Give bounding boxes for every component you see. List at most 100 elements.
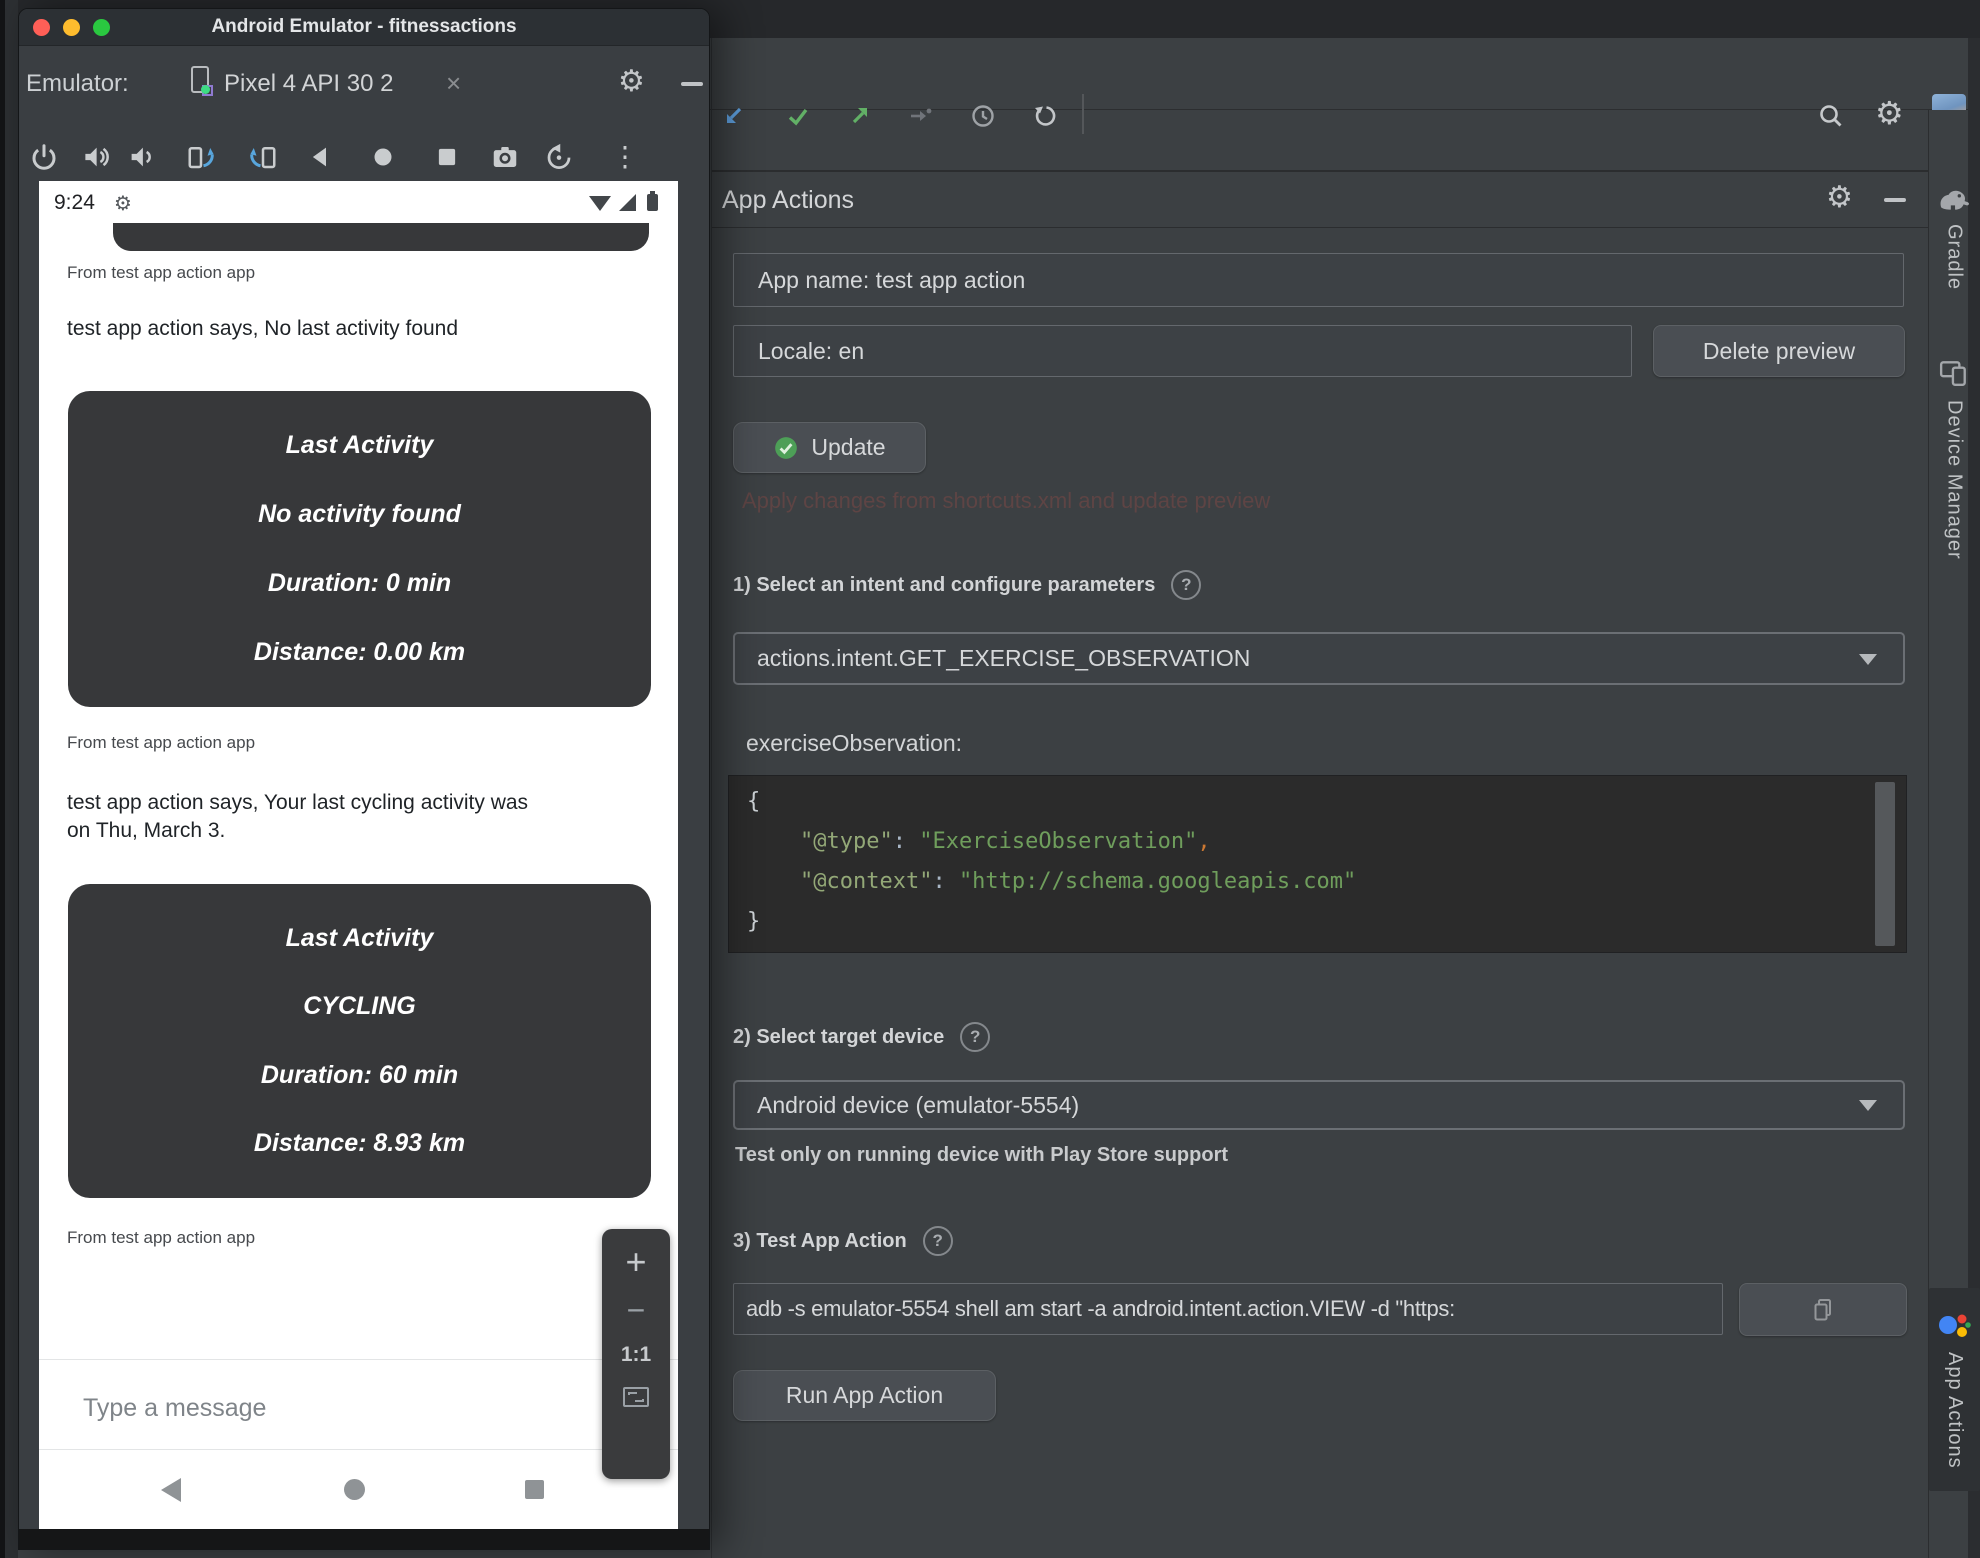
- code-scrollbar[interactable]: [1875, 782, 1895, 946]
- device-manager-icon: [1939, 361, 1966, 386]
- emulator-window-title: Android Emulator - fitnessactions: [211, 16, 517, 37]
- panel-title: App Actions: [722, 186, 855, 214]
- assistant-icon: [1938, 1314, 1971, 1337]
- locale-value: Locale: en: [758, 337, 865, 364]
- target-device-value: Android device (emulator-5554): [757, 1091, 1080, 1118]
- copy-command-button[interactable]: [1739, 1283, 1907, 1336]
- device-online-dot-icon: [201, 85, 210, 94]
- vcs-commit-icon[interactable]: [784, 102, 812, 130]
- vcs-push-icon[interactable]: [846, 102, 874, 130]
- target-device-dropdown[interactable]: Android device (emulator-5554): [733, 1080, 1905, 1130]
- step1-help-icon[interactable]: ?: [1171, 570, 1202, 600]
- android-back-icon[interactable]: [161, 1478, 181, 1502]
- emulator-minimize-icon[interactable]: [681, 82, 703, 86]
- volume-up-icon[interactable]: [81, 142, 111, 172]
- message-sender-label: From test app action app: [67, 263, 256, 282]
- battery-icon: [647, 191, 658, 211]
- step3-help-icon[interactable]: ?: [922, 1226, 953, 1256]
- settings-gear-icon[interactable]: ⚙: [1875, 94, 1904, 132]
- vcs-patch-icon[interactable]: [906, 102, 934, 130]
- emulator-window: Android Emulator - fitnessactions Emulat…: [18, 8, 710, 1550]
- message-input[interactable]: [83, 1386, 483, 1430]
- search-icon[interactable]: [1817, 102, 1845, 130]
- update-button[interactable]: Update: [733, 422, 926, 473]
- tab-device-manager[interactable]: Device Manager: [1928, 358, 1980, 560]
- android-home-icon[interactable]: [344, 1479, 365, 1500]
- panel-minimize-icon[interactable]: [1884, 198, 1906, 202]
- composer-top-divider: [39, 1359, 678, 1360]
- android-recents-icon[interactable]: [525, 1480, 544, 1499]
- update-label: Update: [811, 434, 886, 460]
- card-title: Last Activity: [285, 923, 434, 952]
- app-name-field[interactable]: App name: test app action: [733, 253, 1904, 307]
- more-options-kebab-icon[interactable]: ⋮: [610, 142, 640, 172]
- back-button-icon[interactable]: [306, 142, 336, 172]
- overview-button-icon[interactable]: [432, 142, 462, 172]
- run-app-action-label: Run App Action: [785, 1382, 944, 1408]
- gradle-elephant-icon: [1940, 190, 1969, 210]
- panel-left-border: [711, 38, 712, 1558]
- volume-down-icon[interactable]: [126, 142, 156, 172]
- intent-dropdown[interactable]: actions.intent.GET_EXERCISE_OBSERVATION: [733, 632, 1905, 685]
- step2-help-icon[interactable]: ?: [960, 1022, 991, 1052]
- power-button-icon[interactable]: [29, 142, 59, 172]
- step1-section-label: 1) Select an intent and configure parame…: [733, 570, 1202, 600]
- card-duration: Duration: 0 min: [267, 569, 452, 597]
- card-distance: Distance: 8.93 km: [253, 1129, 466, 1158]
- parameter-label: exerciseObservation:: [746, 730, 963, 756]
- device-tab[interactable]: Pixel 4 API 30 2: [224, 70, 393, 98]
- activity-card-no-activity: Last Activity No activity found Duration…: [68, 391, 651, 707]
- emulator-titlebar[interactable]: Android Emulator - fitnessactions: [19, 9, 709, 46]
- zoom-in-button[interactable]: +: [625, 1243, 646, 1281]
- delete-preview-label: Delete preview: [1702, 337, 1856, 364]
- copy-icon: [1814, 1298, 1831, 1320]
- intent-value: actions.intent.GET_EXERCISE_OBSERVATION: [757, 645, 1251, 671]
- tab-gradle[interactable]: Gradle: [1928, 186, 1980, 290]
- app-actions-panel-header: App Actions ⚙: [712, 170, 1928, 228]
- chat-message: test app action says, No last activity f…: [67, 317, 459, 340]
- tab-app-actions[interactable]: App Actions: [1929, 1288, 1980, 1491]
- screenshot-camera-icon[interactable]: [490, 142, 520, 172]
- history-icon[interactable]: [969, 102, 997, 130]
- snapshot-restore-icon[interactable]: [544, 142, 574, 172]
- zoom-out-button[interactable]: −: [627, 1294, 646, 1326]
- update-check-icon: [775, 436, 798, 459]
- device-tab-close-icon[interactable]: ×: [446, 68, 461, 99]
- toolbar-separator: [1082, 94, 1084, 134]
- locale-field[interactable]: Locale: en: [733, 325, 1632, 377]
- navbar-top-divider: [39, 1449, 678, 1450]
- rotate-left-icon[interactable]: [186, 142, 216, 172]
- step1-text: 1) Select an intent and configure parame…: [733, 573, 1156, 596]
- json-code: { "@type": "ExerciseObservation", "@cont…: [747, 789, 1357, 934]
- scrolled-card-remnant: [113, 223, 649, 251]
- step2-text: 2) Select target device: [733, 1025, 945, 1048]
- emulator-dock-label: Emulator:: [26, 70, 129, 97]
- adb-command-field[interactable]: adb -s emulator-5554 shell am start -a a…: [733, 1283, 1723, 1335]
- card-activity: No activity found: [258, 500, 461, 528]
- card-activity: CYCLING: [303, 992, 416, 1021]
- vcs-update-icon[interactable]: [720, 102, 748, 130]
- exercise-observation-json-editor[interactable]: { "@type": "ExerciseObservation", "@cont…: [728, 775, 1907, 953]
- rollback-icon[interactable]: [1031, 102, 1059, 130]
- card-distance: Distance: 0.00 km: [253, 638, 466, 666]
- cell-signal-icon: [619, 194, 636, 211]
- delete-preview-button[interactable]: Delete preview: [1653, 325, 1905, 377]
- status-bar-clock: 9:24: [54, 191, 95, 214]
- panel-settings-gear-icon[interactable]: ⚙: [1826, 180, 1853, 215]
- tab-gradle-label: Gradle: [1943, 224, 1966, 291]
- screen: ⚙ App Actions ⚙ App name: test app actio…: [0, 0, 1980, 1558]
- home-button-icon[interactable]: [368, 142, 398, 172]
- step3-text: 3) Test App Action: [733, 1229, 907, 1252]
- zoom-fit-button[interactable]: [623, 1387, 649, 1407]
- update-hint-text: Apply changes from shortcuts.xml and upd…: [742, 488, 1271, 513]
- emulator-settings-gear-icon[interactable]: ⚙: [618, 64, 645, 99]
- chat-message: test app action says, Your last cycling …: [67, 791, 529, 842]
- step2-section-label: 2) Select target device ?: [733, 1022, 991, 1052]
- emulator-controls-toolbar: ⋮: [19, 121, 709, 181]
- desktop-edge: [0, 0, 18, 1558]
- run-app-action-button[interactable]: Run App Action: [733, 1370, 996, 1421]
- activity-card-cycling: Last Activity CYCLING Duration: 60 min D…: [68, 884, 651, 1198]
- tab-device-manager-label: Device Manager: [1943, 400, 1966, 560]
- zoom-actual-size-button[interactable]: 1:1: [621, 1343, 651, 1367]
- rotate-right-icon[interactable]: [248, 142, 278, 172]
